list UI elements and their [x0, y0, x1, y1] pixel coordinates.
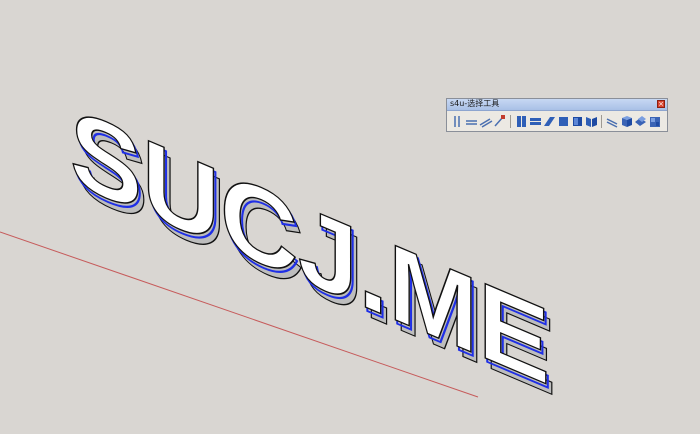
parallel-edges-icon[interactable] — [606, 118, 618, 128]
box-faces-icon[interactable] — [573, 117, 582, 126]
model-viewport[interactable]: SUCJ.ME SUCJ.ME SUCJ.ME — [0, 0, 700, 434]
grid-cube-icon[interactable] — [650, 117, 660, 127]
toolbar-title: s4u-选择工具 — [450, 99, 500, 108]
horizontal-faces-icon[interactable] — [530, 118, 541, 125]
pen-select-icon[interactable] — [494, 115, 505, 127]
horizontal-lines-icon[interactable] — [466, 120, 477, 125]
cube-icon[interactable] — [622, 116, 632, 127]
toolbar-tools — [451, 114, 665, 129]
toolbar-titlebar[interactable]: s4u-选择工具 × — [447, 99, 667, 111]
cube-stack-icon[interactable] — [635, 116, 646, 126]
toolbar-separator — [601, 115, 602, 128]
text-face: SUCJ.ME — [70, 84, 550, 408]
book-faces-icon[interactable] — [586, 117, 597, 127]
face-select-icon[interactable] — [559, 117, 568, 126]
s4u-select-toolbar: s4u-选择工具 × — [446, 98, 668, 132]
slanted-faces-icon[interactable] — [544, 117, 555, 126]
vertical-lines-icon[interactable] — [454, 116, 460, 127]
tool-icons — [454, 115, 660, 128]
sucj-text-model[interactable]: SUCJ.ME SUCJ.ME SUCJ.ME — [69, 83, 556, 419]
toolbar-separator — [510, 115, 511, 128]
vertical-faces-icon[interactable] — [517, 116, 526, 127]
diagonal-lines-icon[interactable] — [479, 118, 493, 128]
close-icon[interactable]: × — [657, 100, 665, 108]
